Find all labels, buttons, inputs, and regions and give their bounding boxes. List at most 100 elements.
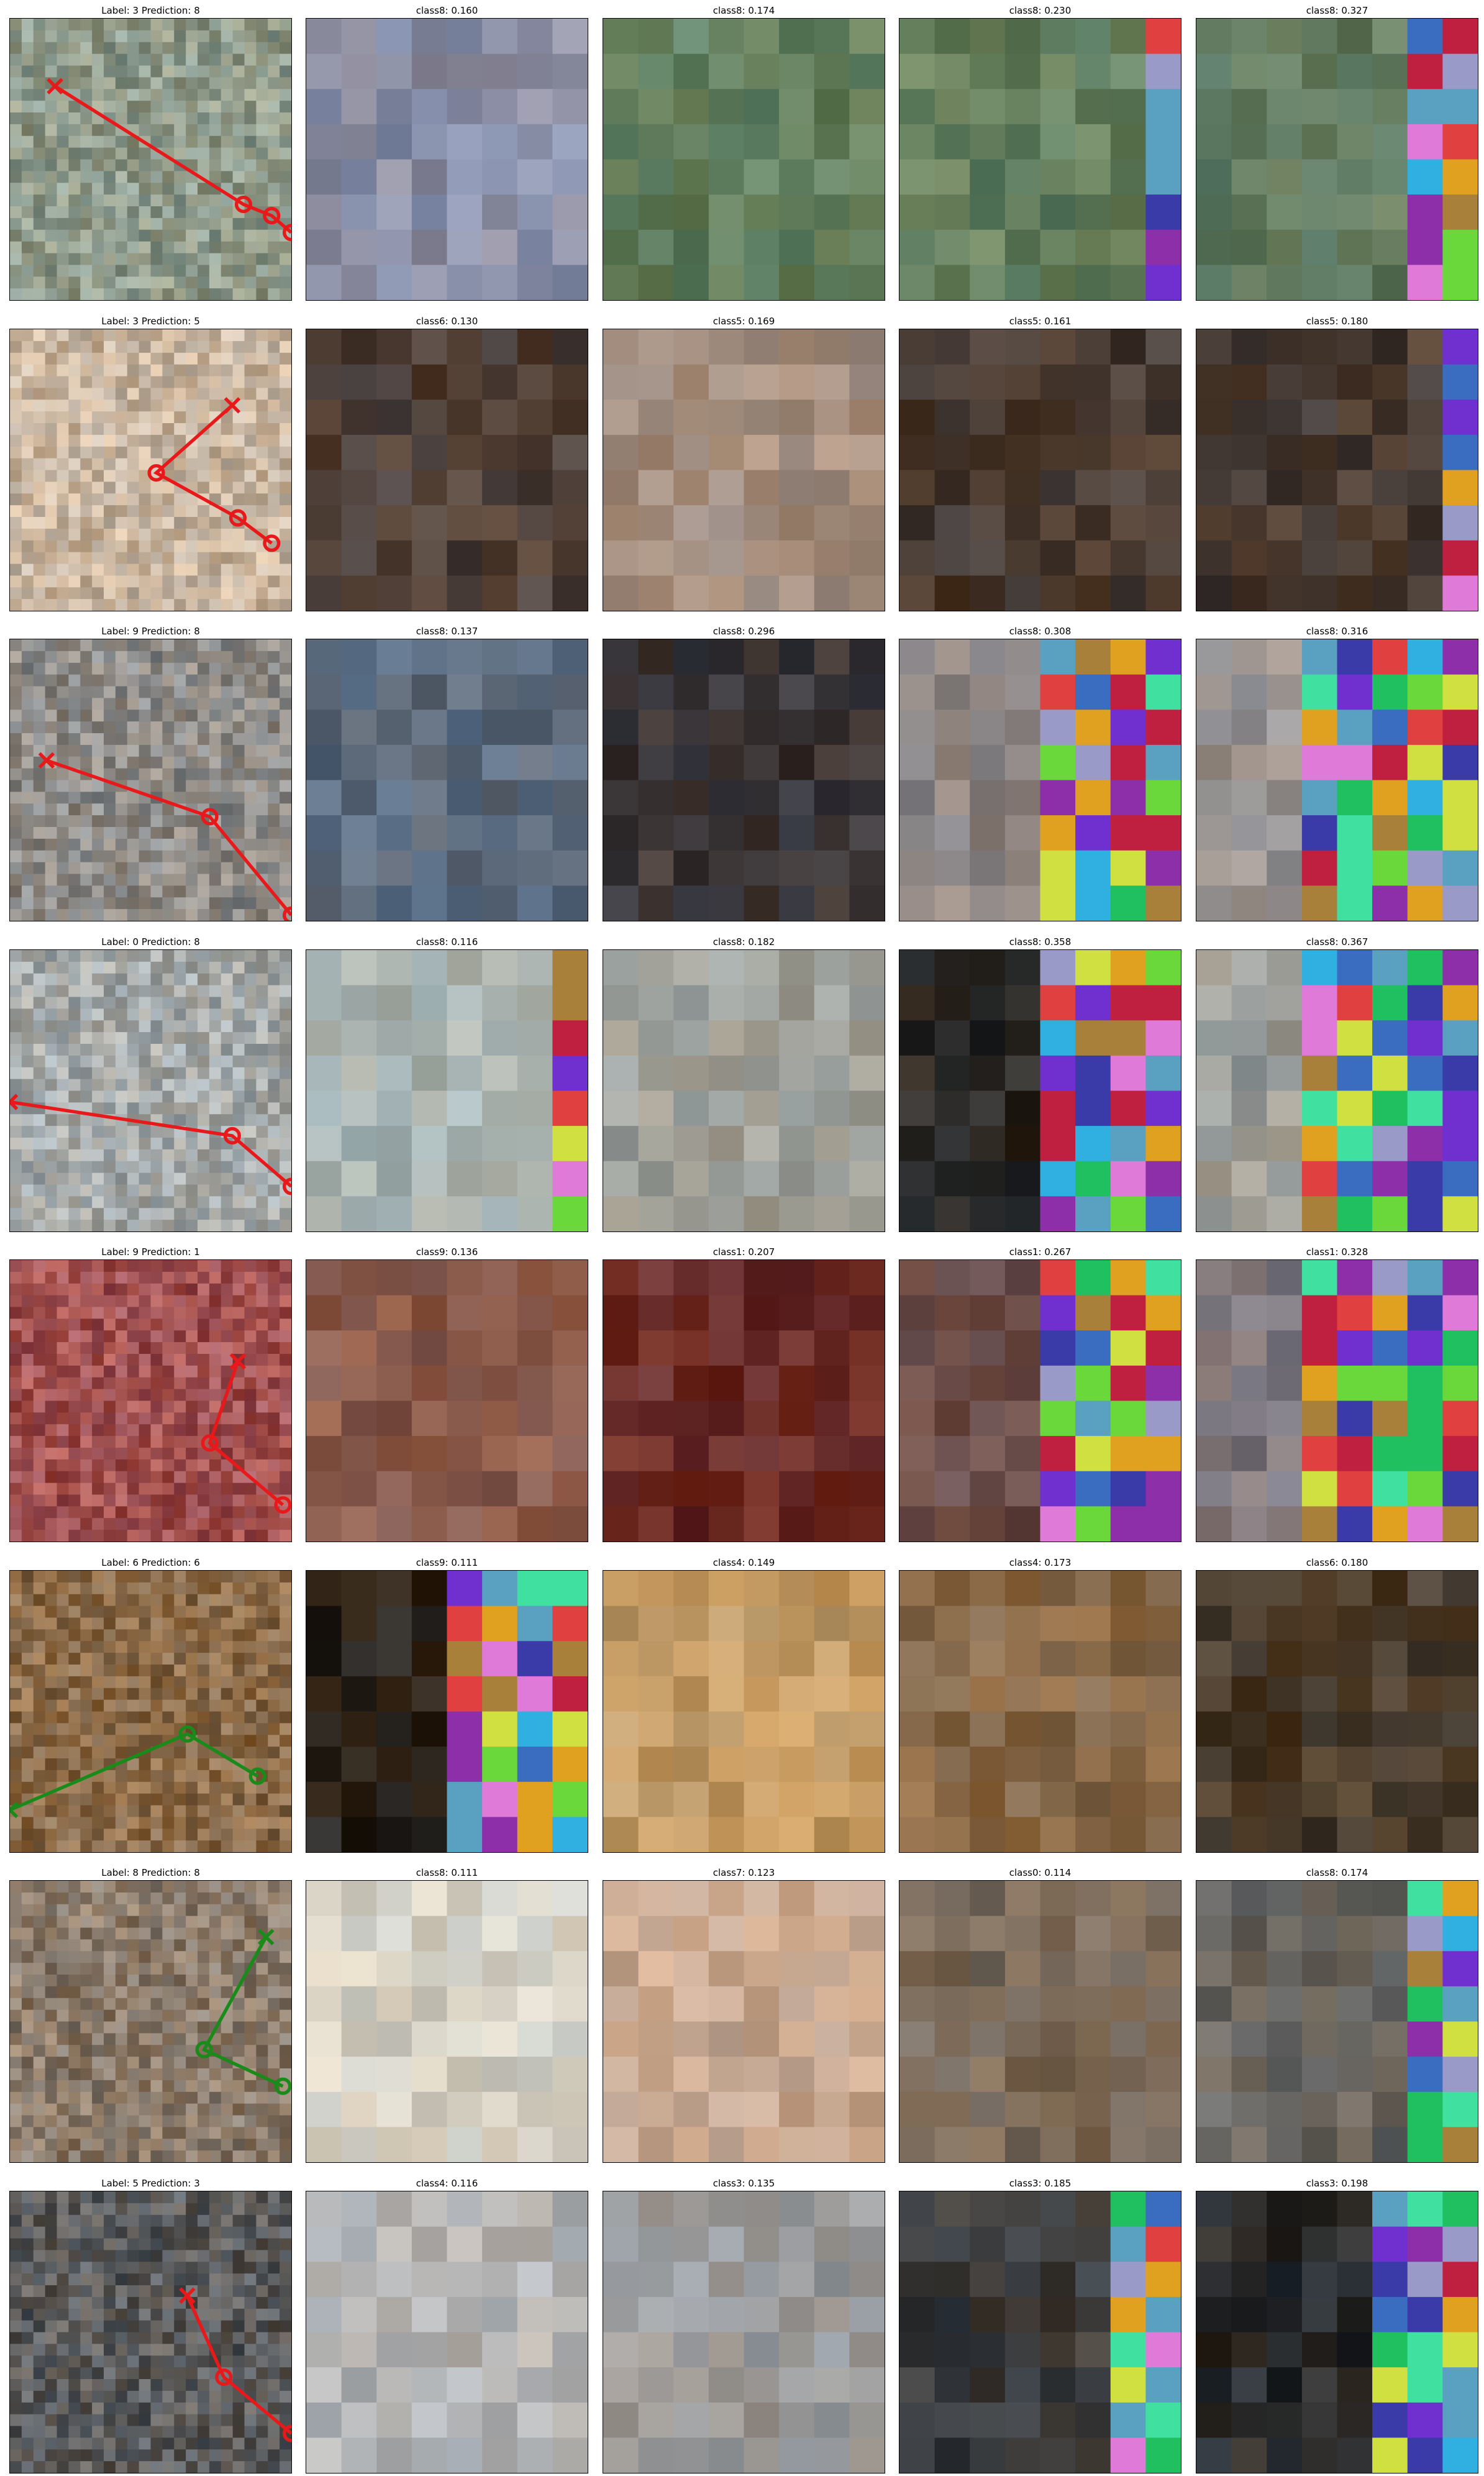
pixel-cell bbox=[10, 961, 22, 974]
pixel-cell bbox=[103, 329, 116, 342]
palette-patch bbox=[1301, 639, 1338, 675]
palette-patch bbox=[517, 1817, 553, 1852]
pixel-cell bbox=[1004, 19, 1041, 55]
pixel-cell bbox=[21, 1114, 34, 1127]
pixel-cell bbox=[162, 171, 175, 184]
pixel-cell bbox=[197, 733, 210, 746]
pixel-cell bbox=[256, 253, 269, 266]
pixel-cell bbox=[638, 364, 675, 401]
palette-patch bbox=[1372, 744, 1408, 781]
pixel-cell bbox=[103, 973, 116, 986]
pixel-cell bbox=[186, 599, 198, 611]
pixel-cell bbox=[57, 1817, 70, 1830]
pixel-cell bbox=[603, 1126, 639, 1162]
pixel-cell bbox=[139, 1365, 152, 1378]
palette-patch bbox=[1145, 950, 1181, 986]
pixel-cell bbox=[970, 815, 1006, 851]
pixel-cell bbox=[1267, 1295, 1303, 1332]
pixel-cell bbox=[10, 517, 22, 529]
pixel-cell bbox=[10, 1653, 22, 1665]
pixel-cell bbox=[197, 1781, 210, 1794]
pixel-cell bbox=[115, 112, 128, 125]
pixel-cell bbox=[779, 950, 815, 986]
pixel-cell bbox=[209, 985, 222, 998]
pixel-cell bbox=[376, 1676, 412, 1712]
pixel-cell bbox=[174, 1342, 187, 1354]
pixel-cell bbox=[10, 1172, 22, 1185]
pixel-cell bbox=[80, 376, 93, 389]
pixel-cell bbox=[244, 1307, 257, 1320]
pixel-cell bbox=[68, 19, 81, 31]
pixel-cell bbox=[115, 1400, 128, 1414]
palette-patch bbox=[1040, 950, 1077, 986]
pixel-cell bbox=[80, 1342, 93, 1354]
pixel-cell bbox=[814, 815, 850, 851]
pixel-cell bbox=[21, 42, 34, 55]
palette-patch bbox=[1407, 159, 1444, 196]
pixel-cell bbox=[256, 1805, 269, 1818]
pixel-cell bbox=[256, 1471, 269, 1484]
pixel-cell bbox=[517, 265, 553, 300]
pixel-cell bbox=[232, 253, 245, 266]
pixel-cell bbox=[80, 1354, 93, 1366]
pixel-cell bbox=[306, 1126, 342, 1162]
pixel-cell bbox=[21, 792, 34, 805]
pixel-cell bbox=[268, 698, 281, 711]
pixel-cell bbox=[221, 1307, 234, 1320]
pixel-cell bbox=[376, 194, 412, 231]
palette-patch bbox=[1337, 744, 1373, 781]
pixel-cell bbox=[256, 1606, 269, 1619]
pixel-cell bbox=[80, 217, 93, 231]
pixel-cell bbox=[1231, 850, 1268, 887]
pixel-cell bbox=[1267, 229, 1303, 266]
pixel-cell bbox=[115, 1530, 128, 1542]
pixel-cell bbox=[268, 1582, 281, 1595]
pixel-cell bbox=[376, 1196, 412, 1231]
pixel-cell bbox=[45, 1184, 58, 1197]
pixel-cell bbox=[232, 458, 245, 471]
pixel-cell bbox=[186, 1067, 198, 1080]
pixel-cell bbox=[209, 1102, 222, 1115]
pixel-cell bbox=[45, 1436, 58, 1448]
pixel-cell bbox=[10, 159, 22, 172]
pixel-cell bbox=[174, 1448, 187, 1460]
palette-patch bbox=[1040, 850, 1077, 887]
pixel-cell bbox=[127, 1354, 140, 1366]
pixel-cell bbox=[57, 1459, 70, 1472]
pixel-cell bbox=[115, 400, 128, 413]
palette-patch bbox=[1301, 1506, 1338, 1542]
pixel-cell bbox=[306, 400, 342, 436]
pixel-cell bbox=[80, 65, 93, 78]
pixel-cell bbox=[45, 1518, 58, 1531]
class-activation-panel: class8: 0.327 bbox=[1196, 5, 1478, 301]
pixel-cell bbox=[1267, 1260, 1303, 1296]
pixel-cell bbox=[1196, 1400, 1232, 1437]
pixel-cell bbox=[1267, 194, 1303, 231]
pixel-cell bbox=[45, 1459, 58, 1472]
pixel-cell bbox=[150, 1594, 163, 1607]
pixel-cell bbox=[115, 1055, 128, 1068]
pixel-cell bbox=[68, 674, 81, 687]
pixel-cell bbox=[244, 674, 257, 687]
pixel-cell bbox=[744, 1676, 780, 1712]
pixel-cell bbox=[341, 1606, 378, 1642]
pixel-cell bbox=[92, 288, 104, 300]
pixel-cell bbox=[68, 575, 81, 588]
pixel-cell bbox=[150, 1126, 163, 1138]
pixel-cell bbox=[1196, 470, 1232, 506]
pixel-cell bbox=[1004, 1330, 1041, 1366]
pixel-cell bbox=[197, 1653, 210, 1665]
pixel-cell bbox=[708, 1676, 745, 1712]
pixel-cell bbox=[45, 662, 58, 675]
pixel-cell bbox=[139, 1032, 152, 1044]
pixel-cell bbox=[92, 1377, 104, 1390]
pixel-cell bbox=[21, 1196, 34, 1209]
pixel-cell bbox=[934, 1436, 971, 1472]
pixel-cell bbox=[280, 1665, 291, 1677]
pixel-cell bbox=[447, 1090, 483, 1127]
pixel-cell bbox=[33, 874, 46, 887]
pixel-cell bbox=[45, 1307, 58, 1320]
pixel-cell bbox=[10, 850, 22, 863]
pixel-cell bbox=[256, 897, 269, 910]
pixel-cell bbox=[186, 1389, 198, 1402]
